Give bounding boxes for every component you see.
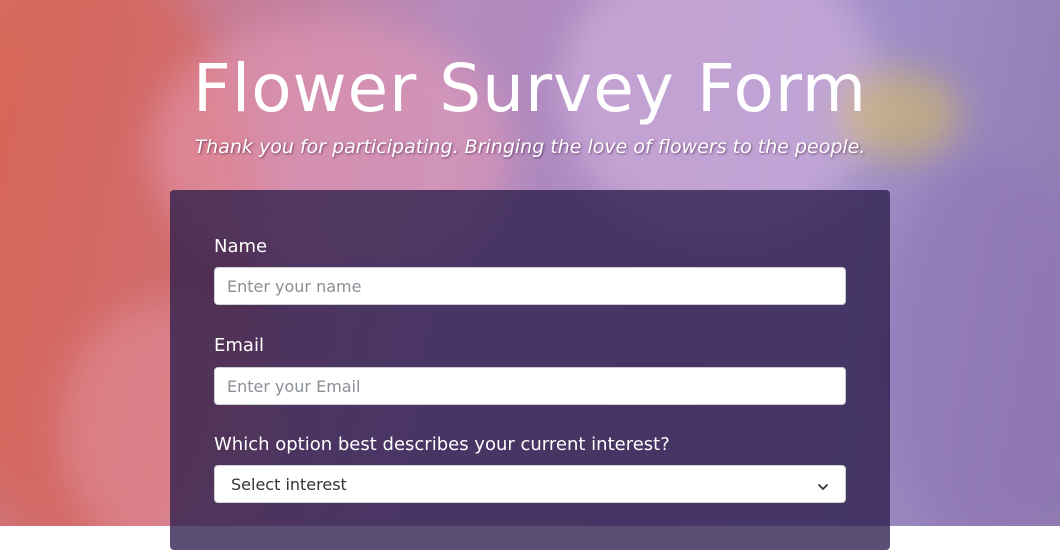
survey-form: Name Email Which option best describes y… [170, 190, 890, 550]
background-blob [880, 160, 1060, 526]
email-input[interactable] [214, 367, 846, 405]
interest-select[interactable]: Select interest [214, 465, 846, 503]
page-title: Flower Survey Form [192, 50, 868, 127]
interest-select-value: Select interest [231, 474, 347, 494]
page-subtitle: Thank you for participating. Bringing th… [194, 136, 866, 158]
name-label: Name [214, 236, 268, 257]
name-input[interactable] [214, 267, 846, 305]
chevron-down-icon [817, 478, 829, 490]
email-label: Email [214, 335, 264, 356]
interest-label: Which option best describes your current… [214, 434, 670, 455]
